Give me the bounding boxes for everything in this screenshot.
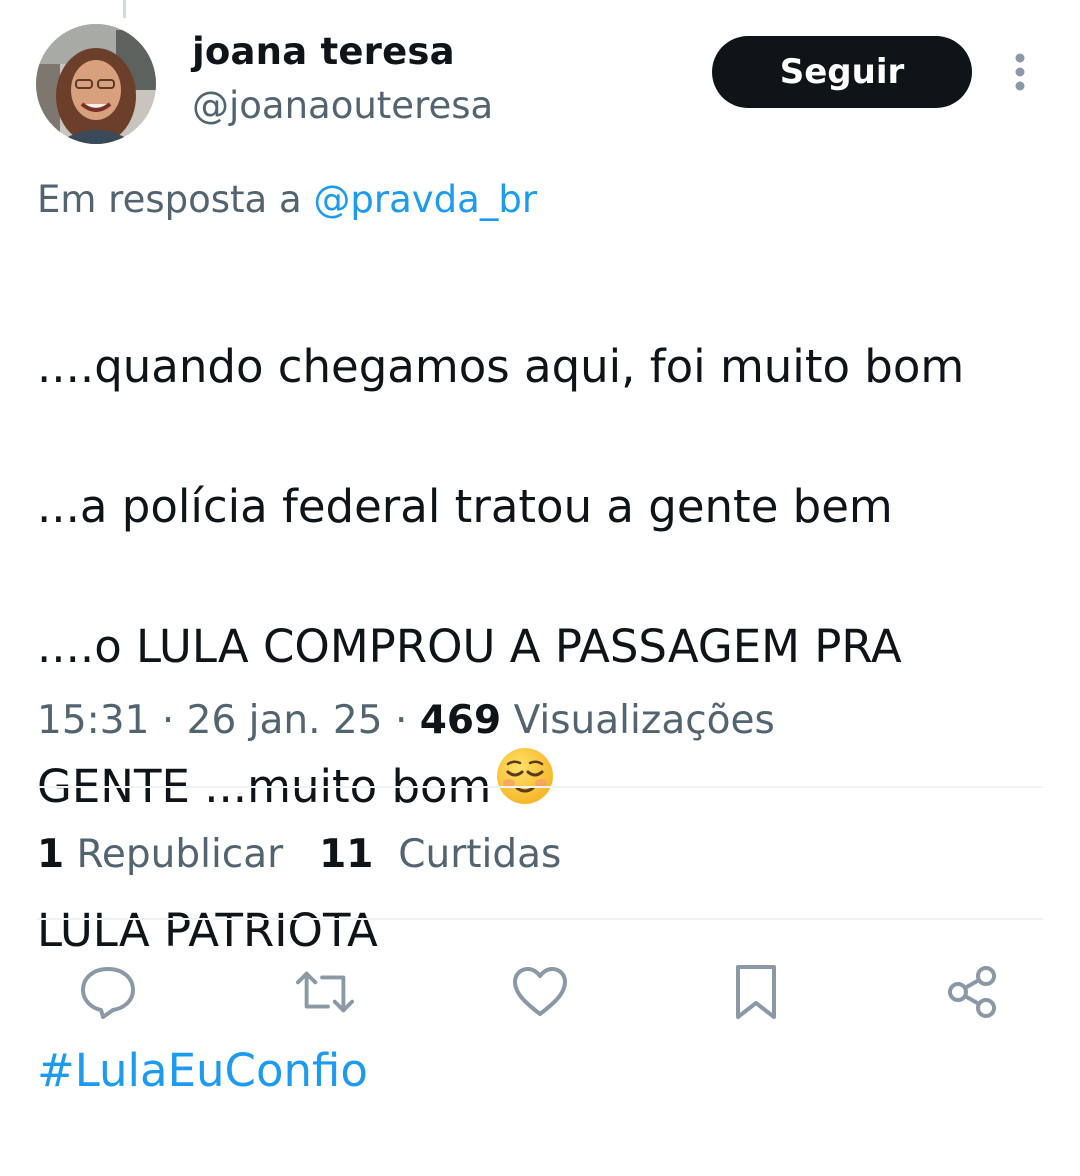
bookmark-icon [736, 965, 776, 1019]
tweet-line: ...a polícia federal tratou a gente bem [37, 480, 893, 533]
reposts-count: 1 [37, 832, 65, 877]
author-handle[interactable]: @joanaouteresa [192, 84, 493, 127]
avatar[interactable] [36, 24, 156, 144]
reply-context-prefix: Em resposta a [37, 178, 302, 221]
divider [37, 918, 1043, 920]
views-count: 469 [419, 698, 502, 743]
reply-mention-link[interactable]: @pravda_br [313, 178, 537, 221]
tweet-line: LULA PATRIOTA [37, 904, 378, 957]
tweet-line: ....o LULA COMPROU A PASSAGEM PRA [37, 620, 902, 673]
bookmark-button[interactable] [726, 962, 786, 1022]
meta-separator: · [394, 698, 408, 743]
repost-icon [295, 971, 355, 1013]
tweet-time[interactable]: 15:31 [37, 698, 149, 743]
views-label: Visualizações [513, 698, 775, 743]
share-button[interactable] [942, 962, 1002, 1022]
likes-label: Curtidas [398, 832, 562, 877]
hashtag-link[interactable]: #LulaEuConfio [37, 1036, 1057, 1106]
like-button[interactable] [510, 962, 570, 1022]
likes-stat[interactable]: 11 Curtidas [319, 832, 561, 877]
heart-icon [513, 967, 567, 1016]
tweet-meta: 15:31 · 26 jan. 25 · 469 Visualizações [37, 698, 775, 743]
thread-connector-line [123, 0, 126, 18]
tweet-line-with-emoji: GENTE ...muito bom [37, 748, 1057, 826]
share-icon [948, 966, 996, 1018]
follow-button[interactable]: Seguir [712, 36, 972, 108]
reply-button[interactable] [78, 962, 138, 1022]
action-bar [0, 962, 1080, 1022]
author-display-name[interactable]: joana teresa [192, 30, 455, 73]
more-vertical-icon[interactable] [1004, 48, 1036, 96]
meta-separator: · [161, 698, 175, 743]
reposts-stat[interactable]: 1 Republicar [37, 832, 283, 877]
reply-icon [81, 967, 135, 1019]
engagement-stats: 1 Republicar 11 Curtidas [37, 832, 561, 877]
repost-button[interactable] [295, 962, 355, 1022]
reply-context: Em resposta a @pravda_br [37, 178, 537, 221]
tweet-line: ....quando chegamos aqui, foi muito bom [37, 340, 965, 393]
reposts-label: Republicar [76, 832, 284, 877]
divider [37, 786, 1043, 788]
tweet-date[interactable]: 26 jan. 25 [187, 698, 383, 743]
likes-count: 11 [319, 832, 374, 877]
